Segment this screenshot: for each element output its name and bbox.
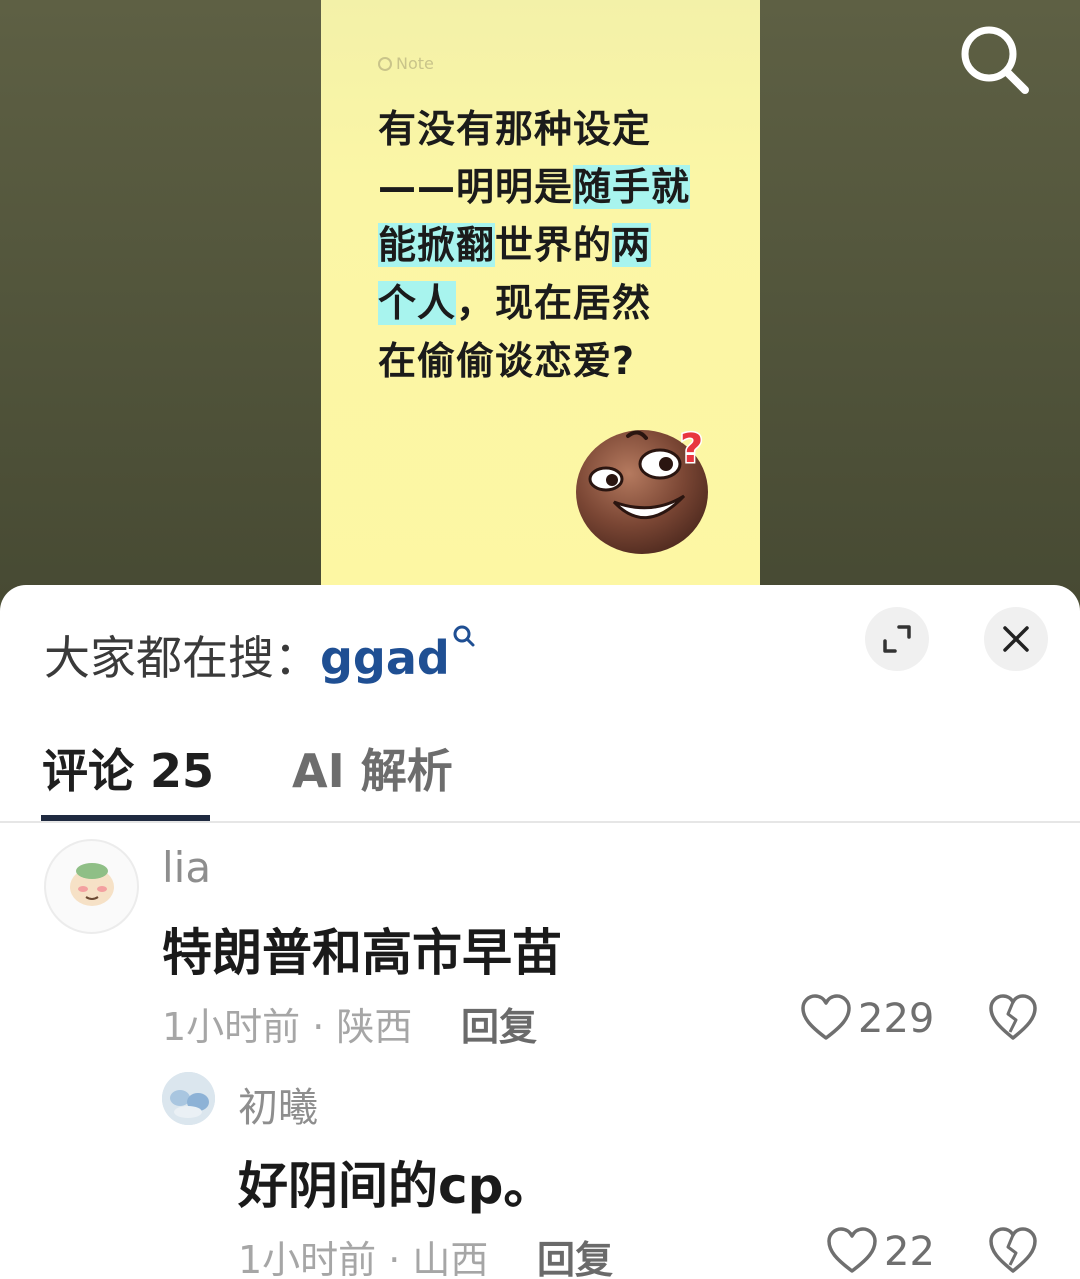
comment-meta: 1小时前 · 山西 xyxy=(238,1238,489,1279)
highlighted-text: 能掀翻 xyxy=(378,223,496,267)
expand-icon xyxy=(883,625,911,653)
note-circle-icon xyxy=(378,56,392,71)
note-text-segment: 世界的 xyxy=(495,223,613,267)
small-search-icon xyxy=(453,625,475,647)
like-count: 22 xyxy=(884,1229,935,1275)
note-text-segment: 有没有那种设定 xyxy=(378,107,652,151)
note-text-segment: ——明明是 xyxy=(378,165,574,209)
avatar-icon xyxy=(70,863,114,906)
hot-search-keyword[interactable]: ggad xyxy=(320,631,450,685)
expand-button[interactable] xyxy=(865,607,929,671)
hot-search-prefix: 大家都在搜： xyxy=(44,631,320,685)
thinking-face-emoji: ? xyxy=(576,425,708,554)
comment-username[interactable]: 初曦 xyxy=(238,1075,318,1133)
close-icon xyxy=(1003,626,1029,652)
comment-username[interactable]: lia xyxy=(162,843,211,892)
tab-bar: 评论 25 AI 解析 xyxy=(0,735,1080,823)
note-badge-label: Note xyxy=(396,54,434,73)
comment-text: 好阴间的cp。 xyxy=(238,1157,554,1215)
heart-icon[interactable] xyxy=(800,994,852,1042)
comment-text: 特朗普和高市早苗 xyxy=(162,924,562,982)
highlighted-text: 两 xyxy=(612,223,652,267)
tab-comments[interactable]: 评论 25 xyxy=(42,735,214,801)
dislike-broken-heart-icon[interactable] xyxy=(988,994,1038,1042)
note-line: 在偷偷谈恋爱? xyxy=(378,332,718,390)
hot-search-banner[interactable]: 大家都在搜： ggad xyxy=(44,622,476,688)
heart-icon[interactable] xyxy=(826,1227,878,1275)
reply-button[interactable]: 回复 xyxy=(461,996,537,1051)
like-count: 229 xyxy=(858,996,935,1042)
svg-text:?: ? xyxy=(680,426,703,472)
search-icon[interactable] xyxy=(955,22,1035,102)
tab-ai-analysis[interactable]: AI 解析 xyxy=(292,735,453,801)
dislike-broken-heart-icon[interactable] xyxy=(988,1227,1038,1275)
comment-meta: 1小时前 · 陕西 xyxy=(162,1005,413,1049)
avatar[interactable] xyxy=(162,1072,215,1125)
note-text-segment: 在偷偷谈恋爱? xyxy=(378,339,636,383)
note-text-segment: ，现在居然 xyxy=(456,281,652,325)
note-line: ——明明是随手就 xyxy=(378,158,718,216)
note-badge: Note xyxy=(378,54,434,73)
divider xyxy=(0,821,1080,823)
note-line: 个人，现在居然 xyxy=(378,274,718,332)
note-line: 能掀翻世界的两 xyxy=(378,216,718,274)
highlighted-text: 个人 xyxy=(378,281,457,325)
close-button[interactable] xyxy=(984,607,1048,671)
highlighted-text: 随手就 xyxy=(573,165,691,209)
avatar-icon xyxy=(162,1072,215,1125)
avatar[interactable] xyxy=(44,839,139,934)
note-text: 有没有那种设定 ——明明是随手就 能掀翻世界的两 个人，现在居然 在偷偷谈恋爱? xyxy=(378,100,718,390)
reply-button[interactable]: 回复 xyxy=(537,1229,613,1279)
note-line: 有没有那种设定 xyxy=(378,100,718,158)
